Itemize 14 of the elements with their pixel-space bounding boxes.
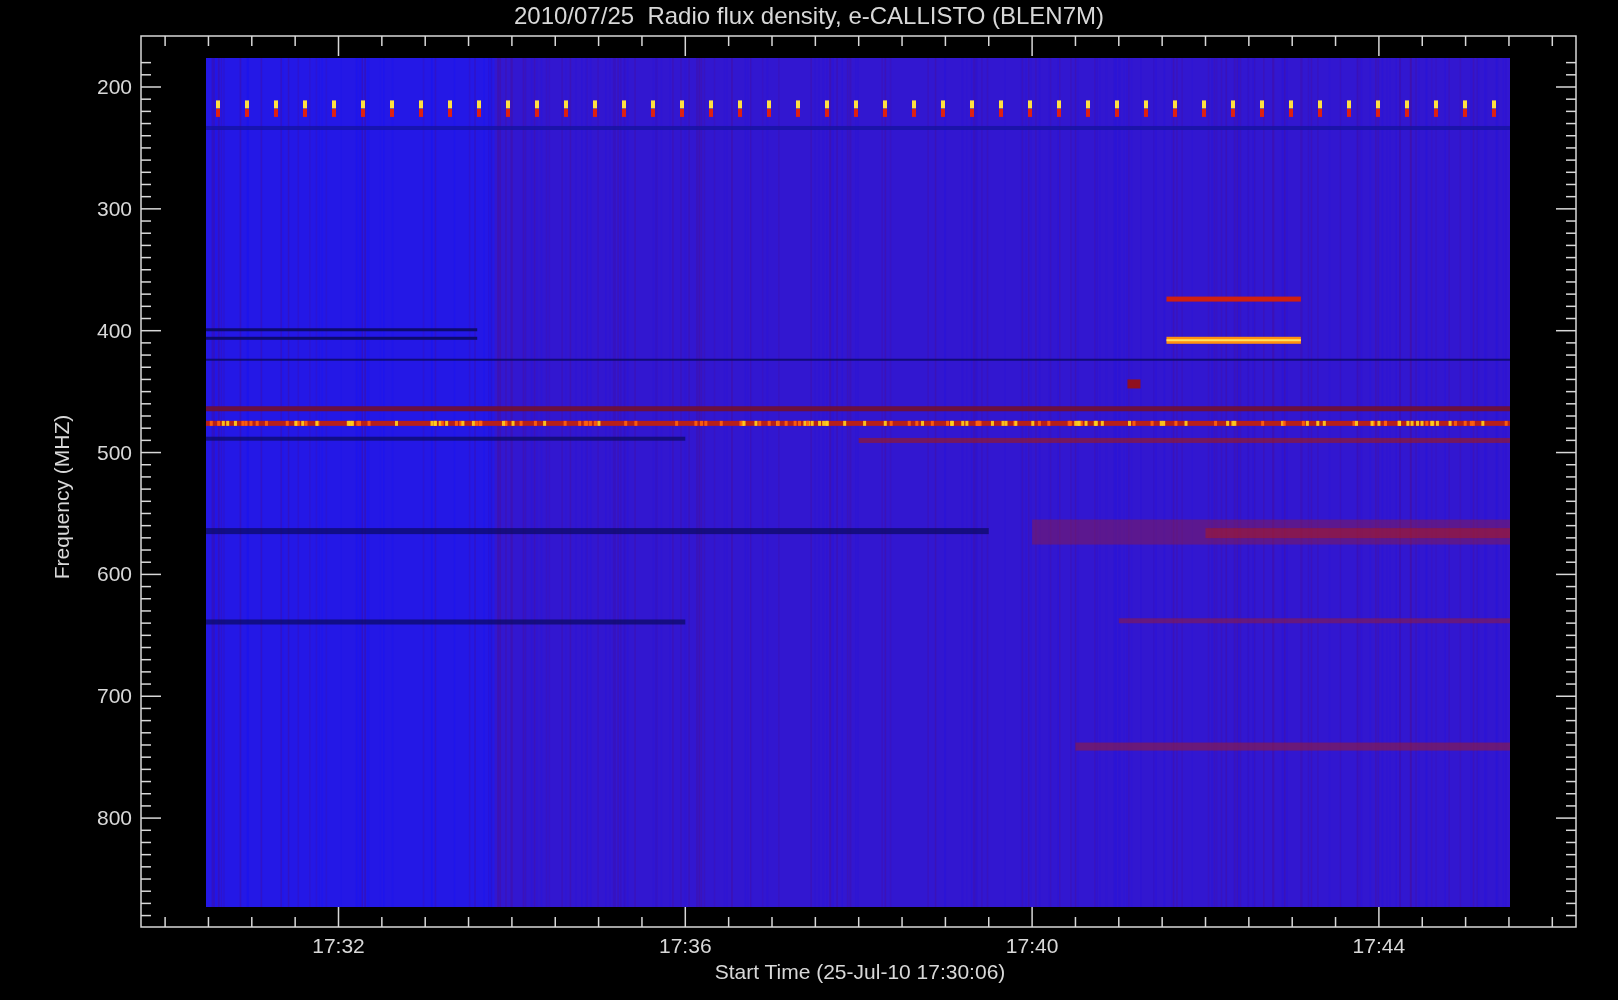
axis-tick-label: 700 — [95, 684, 132, 709]
axis-tick-label: 17:32 — [311, 934, 366, 958]
axis-tick-label: 300 — [95, 196, 132, 221]
axis-tick-label: 500 — [95, 440, 132, 465]
axis-tick-label: 200 — [95, 75, 132, 99]
axis-tick-label: 800 — [95, 806, 132, 831]
axis-tick-label: 600 — [95, 562, 132, 587]
chart-title: 2010/07/25 Radio flux density, e-CALLISTO (BLEN7M) — [512, 1, 1106, 31]
axis-tick-label: 400 — [95, 318, 132, 343]
axis-tick-label: 17:40 — [1004, 934, 1060, 958]
axis-title: Start Time (25-Jul-10 17:30:06) — [713, 960, 1007, 984]
axis-title: Frequency (MHZ) — [50, 414, 74, 580]
axis-tick-label: 17:36 — [658, 934, 713, 958]
axis-tick-label: 17:44 — [1351, 934, 1407, 958]
